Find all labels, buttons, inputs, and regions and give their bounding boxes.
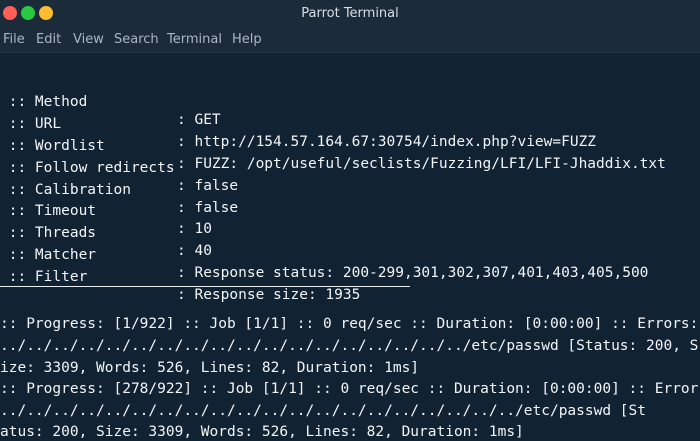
- separator-line: [0, 286, 410, 287]
- menu-bar: File Edit View Search Terminal Help: [0, 28, 700, 53]
- menu-search[interactable]: Search: [114, 31, 159, 48]
- config-line-threads: :: Threads : 40: [0, 206, 212, 259]
- config-value: : false: [177, 178, 239, 194]
- config-value: : FUZZ: /opt/useful/seclists/Fuzzing/LFI…: [177, 156, 666, 172]
- config-line-timeout: :: Timeout : 10: [0, 184, 212, 237]
- title-bar[interactable]: Parrot Terminal: [0, 0, 700, 28]
- config-line-method: :: Method : GET: [0, 75, 221, 128]
- config-value: : http://154.57.164.67:30754/index.php?v…: [177, 134, 597, 150]
- output-line: :: Progress: [278/922] :: Job [1/1] :: 0…: [0, 381, 699, 397]
- config-value: : GET: [177, 112, 221, 128]
- config-line-url: :: URL : http://154.57.164.67:30754/inde…: [0, 97, 596, 150]
- config-line-wordlist: :: Wordlist : FUZZ: /opt/useful/seclists…: [0, 119, 666, 172]
- config-line-follow-redirects: :: Follow redirects : false: [0, 141, 238, 194]
- menu-help[interactable]: Help: [232, 31, 262, 48]
- terminal-scrollbar[interactable]: [692, 53, 700, 441]
- config-key: :: Filter: [0, 269, 184, 285]
- terminal-output[interactable]: :: Method : GET :: URL : http://154.57.1…: [0, 53, 700, 441]
- config-line-matcher: :: Matcher : Response status: 200-299,30…: [0, 228, 649, 281]
- menu-view[interactable]: View: [73, 31, 104, 48]
- output-line: :: Progress: [1/922] :: Job [1/1] :: 0 r…: [0, 316, 700, 332]
- config-value: : Response size: 1935: [177, 287, 361, 303]
- window-title: Parrot Terminal: [301, 6, 399, 21]
- terminal-window: Parrot Terminal File Edit View Search Te…: [0, 0, 700, 441]
- output-line: atus: 200, Size: 3309, Words: 526, Lines…: [0, 424, 524, 440]
- config-line-filter: :: Filter : Response size: 1935: [0, 250, 361, 303]
- config-value: : Response status: 200-299,301,302,307,4…: [177, 265, 649, 281]
- output-line: ../../../../../../../../../../../../../.…: [0, 338, 699, 354]
- menu-file[interactable]: File: [3, 31, 25, 48]
- output-line: ize: 3309, Words: 526, Lines: 82, Durati…: [0, 360, 420, 376]
- config-value: : false: [177, 200, 239, 216]
- menu-terminal[interactable]: Terminal: [167, 31, 222, 48]
- config-line-calibration: :: Calibration : false: [0, 163, 238, 216]
- output-line: ../../../../../../../../../../../../../.…: [0, 403, 647, 419]
- menu-edit[interactable]: Edit: [36, 31, 61, 48]
